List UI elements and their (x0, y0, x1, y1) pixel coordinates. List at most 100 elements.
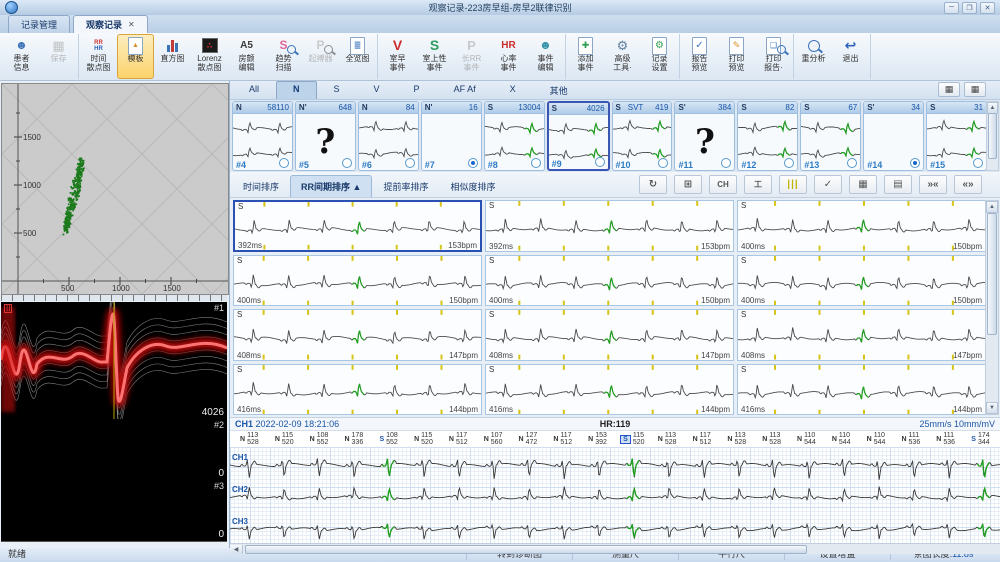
template-card-5[interactable]: N'648?#5 (295, 101, 356, 171)
sort-tab-提前率排序[interactable]: 提前率排序 (372, 175, 439, 197)
beat-annotation-8[interactable]: N107560 (476, 431, 511, 447)
toolbar-button-lorenz[interactable]: ∴Lorenz散点图 (191, 34, 228, 79)
sort-tab-RR间期排序[interactable]: RR间期排序 ▲ (290, 175, 372, 197)
scrollbar-thumb[interactable] (245, 545, 807, 554)
beat-select-icon[interactable]: ✓ (814, 175, 842, 194)
toolbar-button-s-event[interactable]: S室上性事件 (416, 34, 453, 79)
toolbar-button-report-preview[interactable]: ✓报告预览 (681, 34, 718, 79)
close-button[interactable]: ✕ (980, 2, 995, 14)
template-card-15[interactable]: S31#15 (926, 101, 987, 171)
scroll-down-icon[interactable]: ▼ (986, 402, 998, 414)
card-radio[interactable] (973, 158, 983, 168)
beat-cell-12[interactable]: S416ms144bpm (737, 364, 986, 416)
toolbar-button-af-edit[interactable]: A5房颤编辑 (228, 34, 265, 79)
beat-annotation-22[interactable]: S174344 (963, 431, 998, 447)
template-overlay-panel-3[interactable]: #3 0 (1, 480, 227, 542)
marker-bars-icon[interactable]: ||| (779, 175, 807, 194)
card-radio[interactable] (531, 158, 541, 168)
toolbar-button-add-event[interactable]: ✚添加事件 (567, 34, 604, 79)
caliper-icon[interactable]: 工 (744, 175, 772, 194)
beat-annotation-18[interactable]: N110544 (824, 431, 859, 447)
card-radio[interactable] (468, 158, 478, 168)
card-radio[interactable] (342, 158, 352, 168)
card-radio[interactable] (279, 158, 289, 168)
category-tab-v[interactable]: V (357, 81, 397, 99)
beat-annotation-12[interactable]: S115520 (615, 431, 650, 447)
beat-annotation-20[interactable]: N111536 (893, 431, 928, 447)
card-radio[interactable] (405, 158, 415, 168)
sort-tab-相似度排序[interactable]: 相似度排序 (439, 175, 506, 197)
grid-view-large-icon[interactable]: ▦ (938, 82, 960, 97)
toolbar-button-histogram[interactable]: 直方图 (154, 34, 191, 79)
card-radio[interactable] (595, 157, 605, 167)
toolbar-button-advanced-tools[interactable]: ⚙高级工具· (604, 34, 641, 79)
lorenz-scatter-plot[interactable]: 5001000150050010001500 (1, 83, 229, 295)
template-overlay-panel-2[interactable]: #2 0 (1, 419, 227, 481)
beat-cell-6[interactable]: S400ms150bpm (737, 255, 986, 307)
cards-scrollbar[interactable]: ▲ (986, 101, 999, 171)
toolbar-button-time-scatter[interactable]: RRHR时间散点图 (80, 34, 117, 79)
toolbar-button-exit[interactable]: ↩退出 (832, 34, 869, 79)
toolbar-button-record-settings[interactable]: ⚙记录设置 (641, 34, 678, 79)
category-tab-all[interactable]: All (232, 81, 276, 99)
toolbar-button-template[interactable]: ▲模板 (117, 34, 154, 79)
refresh-icon[interactable]: ↻ (639, 175, 667, 194)
category-tab-其他[interactable]: 其他 (533, 81, 585, 99)
nav-tab-1[interactable]: 记录管理 (8, 15, 70, 33)
beat-annotation-13[interactable]: N113528 (650, 431, 685, 447)
scroll-up-icon[interactable]: ▲ (986, 201, 998, 213)
beat-annotation-21[interactable]: N111536 (928, 431, 963, 447)
toolbar-button-print-preview[interactable]: ✎打印预览 (718, 34, 755, 79)
beat-annotation-16[interactable]: N113528 (754, 431, 789, 447)
beat-annotation-15[interactable]: N113528 (719, 431, 754, 447)
template-card-9[interactable]: S4026#9 (547, 101, 610, 171)
category-tab-x[interactable]: X (493, 81, 533, 99)
strip-scrollbar[interactable]: ◀ (230, 543, 1000, 554)
template-card-13[interactable]: S67#13 (800, 101, 861, 171)
scrollbar-thumb[interactable] (987, 213, 997, 335)
zoom-area-icon[interactable]: ⊞ (674, 175, 702, 194)
category-tab-n[interactable]: N (276, 81, 317, 99)
template-card-7[interactable]: N'16#7 (421, 101, 482, 171)
minimize-button[interactable]: ─ (944, 2, 959, 14)
tab-close-icon[interactable]: ✕ (128, 20, 135, 29)
beat-cell-5[interactable]: S400ms150bpm (485, 255, 734, 307)
template-card-8[interactable]: S13004#8 (484, 101, 545, 171)
beat-cell-3[interactable]: S400ms150bpm (737, 200, 986, 252)
sort-tab-时间排序[interactable]: 时间排序 (232, 175, 290, 197)
template-card-14[interactable]: S'34#14 (863, 101, 924, 171)
toolbar-button-v-event[interactable]: V室早事件 (379, 34, 416, 79)
beat-annotation-10[interactable]: N117512 (545, 431, 580, 447)
toolbar-button-trend-scan[interactable]: S趋势扫描 (265, 34, 302, 79)
maximize-button[interactable]: ❐ (962, 2, 977, 14)
template-card-6[interactable]: N84#6 (358, 101, 419, 171)
scroll-left-icon[interactable]: ◀ (230, 545, 243, 554)
beat-cell-10[interactable]: S416ms144bpm (233, 364, 482, 416)
beat-annotation-9[interactable]: N127472 (511, 431, 546, 447)
category-tab-p[interactable]: P (397, 81, 437, 99)
beat-cell-4[interactable]: S400ms150bpm (233, 255, 482, 307)
beat-annotation-11[interactable]: N153392 (580, 431, 615, 447)
beat-annotation-2[interactable]: N115520 (267, 431, 302, 447)
template-card-10[interactable]: SSVT419#10 (612, 101, 673, 171)
grid-view-small-icon[interactable]: ▦ (964, 82, 986, 97)
beat-annotation-5[interactable]: S108552 (371, 431, 406, 447)
beat-annotation-19[interactable]: N110544 (859, 431, 894, 447)
category-tab-af-af[interactable]: AF Af (437, 81, 493, 99)
beat-cell-9[interactable]: S408ms147bpm (737, 309, 986, 361)
beat-cell-8[interactable]: S408ms147bpm (485, 309, 734, 361)
toolbar-button-event-edit[interactable]: ☻事件编辑 (527, 34, 564, 79)
category-tab-s[interactable]: S (317, 81, 357, 99)
expand-all-icon[interactable]: «» (954, 175, 982, 194)
beat-annotation-14[interactable]: N117512 (685, 431, 720, 447)
toolbar-button-hr-event[interactable]: HR心率事件 (490, 34, 527, 79)
template-card-4[interactable]: N58110#4 (232, 101, 293, 171)
beat-annotation-3[interactable]: N108552 (302, 431, 337, 447)
grid-scrollbar[interactable]: ▲ ▼ (985, 200, 999, 415)
beat-cell-11[interactable]: S416ms144bpm (485, 364, 734, 416)
beat-cell-1[interactable]: S392ms153bpm (233, 200, 482, 252)
channel-switch-icon[interactable]: CH (709, 175, 737, 194)
toolbar-button-overview[interactable]: ≣全览图 (339, 34, 376, 79)
template-card-12[interactable]: S82#12 (737, 101, 798, 171)
toolbar-button-patient-info[interactable]: ☻患者信息 (3, 34, 40, 79)
